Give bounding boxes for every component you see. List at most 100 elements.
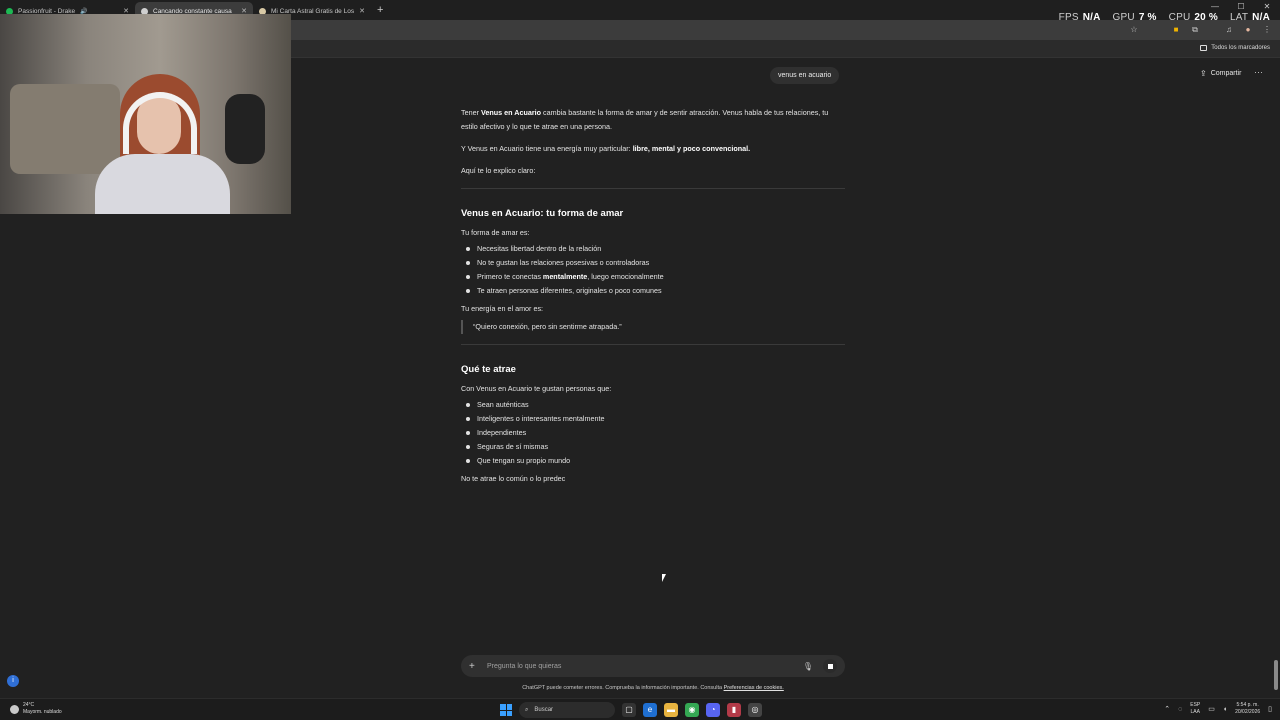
close-window-icon[interactable]: ✕ bbox=[1254, 2, 1280, 11]
help-icon[interactable]: i bbox=[7, 675, 19, 687]
energy-bold: libre, mental y poco convencional. bbox=[632, 144, 751, 153]
list-item-bold: mentalmente bbox=[542, 272, 588, 281]
lat-value: N/A bbox=[1252, 12, 1270, 23]
divider bbox=[461, 188, 845, 189]
cpu-stat: CPU 20 % bbox=[1169, 12, 1218, 23]
chrome-icon[interactable]: ◉ bbox=[685, 703, 699, 717]
windows-start-icon[interactable] bbox=[500, 704, 512, 716]
gpu-stat: GPU 7 % bbox=[1113, 12, 1157, 23]
language-code: ESP bbox=[1190, 702, 1201, 708]
system-tray: ⌃ ◌ ESP LAA ▭ ◖ 5:54 p. m. 20/02/2026 ▯ bbox=[1164, 702, 1272, 716]
microphone-icon[interactable]: 🎙 bbox=[803, 662, 813, 671]
list-item-text-end: , luego emocionalmente bbox=[587, 272, 664, 281]
search-icon: ⌕ bbox=[525, 706, 529, 713]
section2-lead: Con Venus en Acuario te gustan personas … bbox=[461, 384, 612, 393]
user-message: venus en acuario bbox=[770, 67, 840, 84]
notification-icon[interactable]: ▯ bbox=[1268, 705, 1272, 713]
list-item: No te gustan las relaciones posesivas o … bbox=[461, 256, 845, 270]
weather-text: 24°C Mayorm. nublado bbox=[23, 702, 62, 716]
lat-stat: LAT N/A bbox=[1230, 12, 1270, 23]
obs-icon[interactable]: ◎ bbox=[748, 703, 762, 717]
more-options-button[interactable]: ··· bbox=[1254, 67, 1263, 77]
temperature: 24°C bbox=[23, 702, 35, 708]
edge-icon[interactable]: e bbox=[643, 703, 657, 717]
list-item: Inteligentes o interesantes mentalmente bbox=[461, 412, 845, 426]
energy-lead: Tu energía en el amor es: bbox=[461, 304, 544, 313]
media-icon[interactable]: ♫ bbox=[1224, 25, 1234, 35]
section1-lead: Tu forma de amar es: bbox=[461, 228, 530, 237]
cpu-value: 20 % bbox=[1194, 12, 1218, 23]
list-item: Que tengan su propio mundo bbox=[461, 454, 845, 468]
energy-text: Y Venus en Acuario tiene una energía muy… bbox=[461, 144, 633, 153]
share-button[interactable]: ⇪ Compartir bbox=[1200, 69, 1241, 78]
add-attachment-button[interactable]: + bbox=[469, 661, 481, 672]
all-bookmarks-label: Todos los marcadores bbox=[1211, 45, 1270, 51]
list-item: Sean auténticas bbox=[461, 398, 845, 412]
prompt-composer[interactable]: + Pregunta lo que quieras 🎙 bbox=[461, 655, 845, 677]
keyboard-layout: LAA bbox=[1190, 709, 1200, 715]
cloud-icon bbox=[10, 704, 19, 714]
share-label: Compartir bbox=[1210, 70, 1242, 77]
webcam-streamer bbox=[95, 74, 230, 214]
taskbar-apps: ⌕ Buscar ▢ e ▬ ◉ ◔ ▮ ◎ bbox=[500, 702, 762, 718]
all-bookmarks[interactable]: Todos los marcadores bbox=[1200, 45, 1270, 51]
intro-text: Tener bbox=[461, 108, 481, 117]
fps-label: FPS bbox=[1058, 12, 1079, 23]
list-item: Seguras de sí mismas bbox=[461, 440, 845, 454]
share-icon: ⇪ bbox=[1200, 69, 1207, 78]
lat-label: LAT bbox=[1229, 12, 1249, 23]
volume-icon[interactable]: ◖ bbox=[1223, 706, 1227, 713]
close-tab-icon[interactable]: ✕ bbox=[359, 7, 365, 15]
divider bbox=[461, 344, 845, 345]
list-item: Te atraen personas diferentes, originale… bbox=[461, 284, 845, 298]
search-label: Buscar bbox=[534, 707, 554, 713]
minimize-icon[interactable]: — bbox=[1202, 2, 1228, 11]
scrollbar[interactable] bbox=[1274, 660, 1278, 690]
section2-heading: Qué te atrae bbox=[461, 364, 516, 375]
task-view-icon[interactable]: ▢ bbox=[622, 703, 636, 717]
folder-icon bbox=[1200, 45, 1208, 51]
windows-taskbar: 24°C Mayorm. nublado ⌕ Buscar ▢ e ▬ ◉ ◔ ▮ … bbox=[0, 698, 1280, 720]
disclaimer: ChatGPT puede cometer errores. Comprueba… bbox=[0, 685, 1280, 691]
intro-paragraph: Tener Venus en Acuario cambia bastante l… bbox=[461, 106, 845, 134]
assistant-message: Tener Venus en Acuario cambia bastante l… bbox=[461, 106, 845, 494]
fps-value: N/A bbox=[1082, 12, 1101, 23]
chevron-up-icon[interactable]: ⌃ bbox=[1164, 705, 1170, 713]
puzzle-icon[interactable]: ⧉ bbox=[1190, 25, 1200, 35]
cookie-preferences-link[interactable]: Preferencias de cookies. bbox=[724, 685, 784, 691]
app-icon[interactable]: ▮ bbox=[727, 703, 741, 717]
section1-heading: Venus en Acuario: tu forma de amar bbox=[461, 208, 624, 219]
gpu-label: GPU bbox=[1112, 12, 1135, 23]
bookmark-star-icon[interactable]: ☆ bbox=[1129, 25, 1139, 35]
screen: Passionfruit - Drake 🔊 ✕ Cancando consta… bbox=[0, 0, 1280, 720]
mouse-cursor bbox=[662, 574, 666, 582]
cpu-label: CPU bbox=[1168, 12, 1191, 23]
taskbar-search[interactable]: ⌕ Buscar bbox=[519, 702, 615, 718]
maximize-icon[interactable]: ☐ bbox=[1228, 2, 1254, 11]
energy-paragraph: Y Venus en Acuario tiene una energía muy… bbox=[461, 142, 845, 156]
network-icon[interactable]: ▭ bbox=[1208, 705, 1215, 713]
stop-generating-button[interactable] bbox=[823, 659, 837, 673]
avatar[interactable]: ● bbox=[1243, 25, 1253, 35]
fps-stat: FPS N/A bbox=[1059, 12, 1101, 23]
stop-icon bbox=[827, 663, 833, 669]
file-explorer-icon[interactable]: ▬ bbox=[664, 703, 678, 717]
webcam-overlay bbox=[0, 14, 291, 214]
menu-icon[interactable]: ⋮ bbox=[1262, 25, 1272, 35]
intro-bold: Venus en Acuario bbox=[480, 108, 542, 117]
quote-block: “Quiero conexión, pero sin sentirme atra… bbox=[461, 320, 845, 334]
tray-icon[interactable]: ◌ bbox=[1178, 706, 1182, 713]
prompt-input[interactable]: Pregunta lo que quieras bbox=[487, 663, 803, 670]
list-item: Necesitas libertad dentro de la relación bbox=[461, 242, 845, 256]
clock[interactable]: 5:54 p. m. 20/02/2026 bbox=[1235, 702, 1260, 716]
webcam-dog bbox=[225, 94, 265, 164]
language-indicator[interactable]: ESP LAA bbox=[1190, 702, 1200, 716]
discord-icon[interactable]: ◔ bbox=[706, 703, 720, 717]
disclaimer-text: ChatGPT puede cometer errores. Comprueba… bbox=[522, 685, 724, 691]
performance-overlay: FPS N/A GPU 7 % CPU 20 % LAT N/A bbox=[1059, 12, 1270, 23]
weather-widget[interactable]: 24°C Mayorm. nublado bbox=[10, 702, 62, 716]
section2-list: Sean auténticas Inteligentes o interesan… bbox=[461, 398, 845, 468]
window-controls: — ☐ ✕ bbox=[1202, 2, 1280, 11]
extension-icon[interactable]: ■ bbox=[1171, 25, 1181, 35]
new-tab-button[interactable]: + bbox=[377, 4, 383, 16]
